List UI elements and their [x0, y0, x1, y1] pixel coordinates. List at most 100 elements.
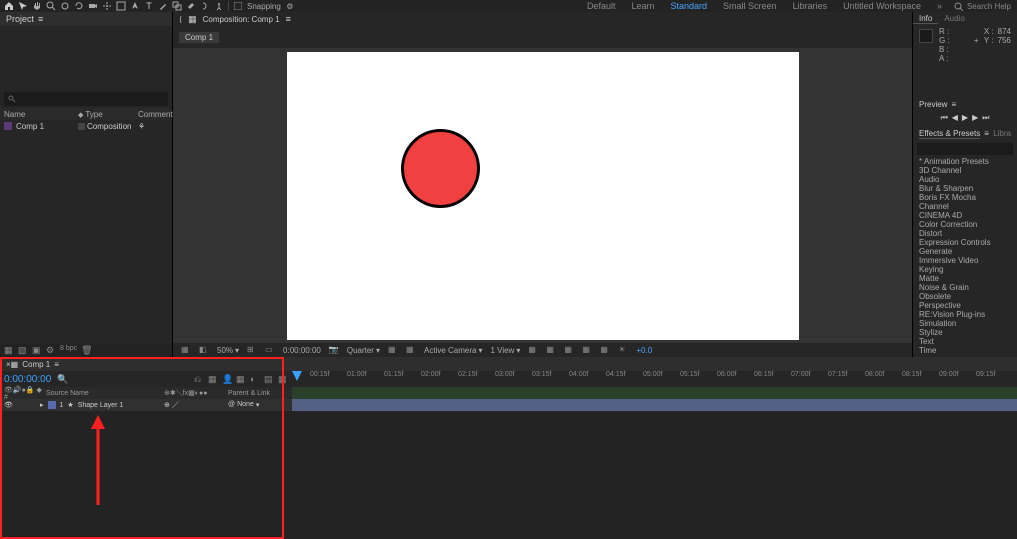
current-timecode[interactable]: 0:00:00:00: [4, 374, 51, 385]
comp-mini-flowchart-icon[interactable]: ⎌: [194, 374, 204, 384]
pixel-aspect-icon[interactable]: ▦: [546, 345, 556, 355]
new-folder-icon[interactable]: ▧: [18, 345, 28, 355]
snapshot-icon[interactable]: 📷: [329, 345, 339, 355]
workspace-libraries[interactable]: Libraries: [787, 0, 834, 12]
pen-tool-icon[interactable]: [130, 1, 140, 11]
timeline-layer-row[interactable]: 👁 ▸ 1 ★ Shape Layer 1 ⊕ ／ @None▾: [0, 399, 1017, 411]
effects-category[interactable]: Keying: [919, 265, 1011, 274]
timeline-tab[interactable]: ×▦ Comp 1 ≡: [0, 357, 1017, 371]
resolution-toggle-icon[interactable]: ⊞: [247, 345, 257, 355]
pan-behind-tool-icon[interactable]: [102, 1, 112, 11]
interpret-footage-icon[interactable]: ▦: [4, 345, 14, 355]
orbit-tool-icon[interactable]: [60, 1, 70, 11]
bpc-label[interactable]: 8 bpc: [60, 345, 77, 355]
render-queue-toggle-icon[interactable]: ×▦: [6, 360, 18, 369]
workspace-standard[interactable]: Standard: [665, 0, 714, 13]
zoom-dropdown[interactable]: 50% ▾: [217, 346, 239, 355]
col-name[interactable]: Name: [4, 110, 78, 119]
views-dropdown[interactable]: 1 View ▾: [490, 346, 520, 355]
project-item-row[interactable]: Comp 1 Composition ⚘: [0, 120, 172, 132]
brush-tool-icon[interactable]: [158, 1, 168, 11]
roto-tool-icon[interactable]: [200, 1, 210, 11]
flowchart-mini-icon[interactable]: ▦: [188, 14, 197, 25]
next-frame-icon[interactable]: ▶: [972, 113, 978, 123]
text-tool-icon[interactable]: T: [144, 1, 154, 11]
project-tab[interactable]: Project ≡: [0, 12, 172, 26]
active-comp-tab[interactable]: Comp 1: [179, 32, 219, 43]
preview-tab[interactable]: Preview: [919, 100, 947, 109]
effects-category[interactable]: Color Correction: [919, 220, 1011, 229]
workspace-overflow-icon[interactable]: »: [931, 0, 948, 12]
panel-menu-icon[interactable]: ≡: [38, 14, 43, 24]
effects-category[interactable]: CINEMA 4D: [919, 211, 1011, 220]
effects-category[interactable]: Audio: [919, 175, 1011, 184]
workspace-default[interactable]: Default: [581, 0, 622, 12]
clone-tool-icon[interactable]: [172, 1, 182, 11]
resolution-dropdown[interactable]: Quarter ▾: [347, 346, 380, 355]
parent-dropdown[interactable]: None: [237, 401, 254, 409]
source-name-header[interactable]: Source Name: [46, 390, 160, 397]
new-comp-icon[interactable]: ▣: [32, 345, 42, 355]
effects-category[interactable]: Channel: [919, 202, 1011, 211]
eraser-tool-icon[interactable]: [186, 1, 196, 11]
effects-category[interactable]: Text: [919, 337, 1011, 346]
panel-menu-icon[interactable]: ≡: [54, 360, 59, 369]
3d-renderer-icon[interactable]: ▦: [564, 345, 574, 355]
layer-color-swatch[interactable]: [48, 401, 56, 409]
effects-category[interactable]: Time: [919, 346, 1011, 355]
home-icon[interactable]: [4, 1, 14, 11]
alpha-toggle-icon[interactable]: ▦: [181, 345, 191, 355]
effects-category[interactable]: Simulation: [919, 319, 1011, 328]
delete-icon[interactable]: 🗑: [81, 345, 91, 355]
transparency-grid-icon[interactable]: ▦: [406, 345, 416, 355]
layer-duration-bar[interactable]: [292, 399, 1017, 411]
view-options-icon[interactable]: ▦: [528, 345, 538, 355]
work-area-bar[interactable]: [292, 387, 1017, 399]
fast-preview-icon[interactable]: ▦: [388, 345, 398, 355]
rotate-tool-icon[interactable]: [74, 1, 84, 11]
twirl-icon[interactable]: ▸: [40, 401, 44, 409]
time-ruler[interactable]: 00:15f01:00f01:15f02:00f02:15f03:00f03:1…: [292, 371, 1017, 387]
exposure-icon[interactable]: ☀: [618, 345, 628, 355]
parent-header[interactable]: Parent & Link: [228, 390, 288, 397]
effects-tab[interactable]: Effects & Presets: [919, 129, 980, 139]
shy-icon[interactable]: 👤: [222, 374, 232, 384]
composition-panel-tab[interactable]: ⟨ ▦ Composition: Comp 1 ≡: [173, 12, 912, 26]
roi-icon[interactable]: ▭: [265, 345, 275, 355]
frame-blend-icon[interactable]: ▦: [236, 374, 246, 384]
draft-3d-icon[interactable]: ▦: [208, 374, 218, 384]
panel-menu-icon[interactable]: ≡: [286, 14, 291, 24]
effects-category[interactable]: Perspective: [919, 301, 1011, 310]
ground-plane-icon[interactable]: ▦: [582, 345, 592, 355]
effects-category[interactable]: Stylize: [919, 328, 1011, 337]
composition-viewer[interactable]: [173, 48, 912, 343]
effects-category[interactable]: Distort: [919, 229, 1011, 238]
effects-category[interactable]: Blur & Sharpen: [919, 184, 1011, 193]
effects-category[interactable]: * Animation Presets: [919, 157, 1011, 166]
audio-tab[interactable]: Audio: [938, 14, 970, 23]
info-tab[interactable]: Info: [913, 14, 938, 24]
motion-blur-icon[interactable]: ◐: [250, 374, 260, 384]
workspace-untitled[interactable]: Untitled Workspace: [837, 0, 927, 12]
effects-category[interactable]: Matte: [919, 274, 1011, 283]
snapping-checkbox[interactable]: [233, 1, 243, 11]
prev-frame-icon[interactable]: ◀: [952, 113, 958, 123]
hand-tool-icon[interactable]: [32, 1, 42, 11]
timecode-display[interactable]: 0:00:00:00: [283, 346, 321, 355]
play-icon[interactable]: ▶: [962, 113, 968, 123]
zoom-tool-icon[interactable]: [46, 1, 56, 11]
pickwhip-icon[interactable]: @: [228, 401, 235, 409]
camera-tool-icon[interactable]: [88, 1, 98, 11]
effects-list[interactable]: * Animation Presets 3D Channel Audio Blu…: [913, 157, 1017, 355]
project-settings-icon[interactable]: ⚙: [46, 345, 56, 355]
first-frame-icon[interactable]: ⏮: [941, 113, 948, 123]
effects-category[interactable]: RE:Vision Plug-ins: [919, 310, 1011, 319]
effects-category[interactable]: Generate: [919, 247, 1011, 256]
timeline-comp-tab[interactable]: Comp 1: [22, 360, 50, 369]
effects-category[interactable]: 3D Channel: [919, 166, 1011, 175]
graph-editor-icon[interactable]: ▤: [264, 374, 274, 384]
effects-category[interactable]: Immersive Video: [919, 256, 1011, 265]
last-frame-icon[interactable]: ⏭: [982, 113, 989, 123]
effects-search-input[interactable]: [917, 143, 1013, 155]
snapping-options-icon[interactable]: ⚙: [285, 1, 295, 11]
